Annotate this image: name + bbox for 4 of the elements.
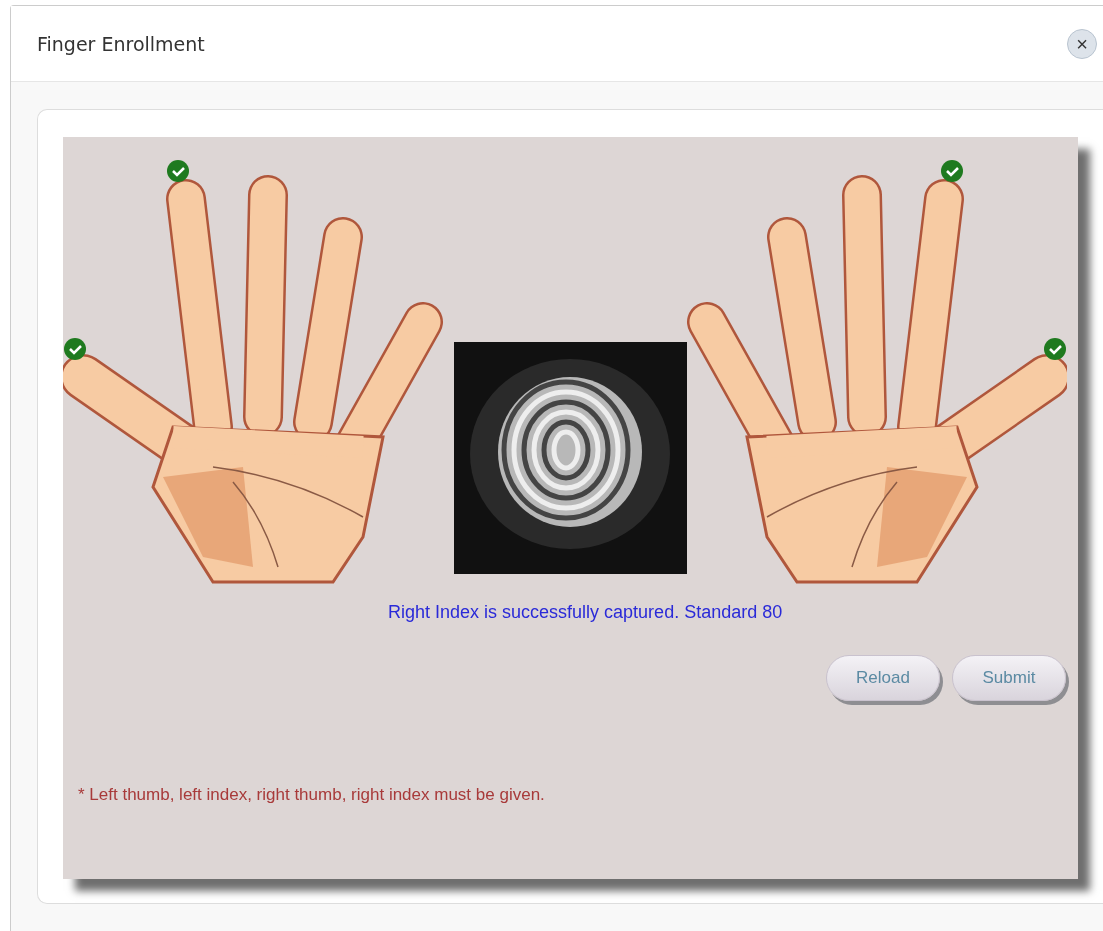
dialog-title: Finger Enrollment [37, 32, 205, 55]
status-message: Right Index is successfully captured. Standard 80 [388, 602, 784, 623]
close-button[interactable]: × [1067, 28, 1097, 59]
requirement-note: * Left thumb, left index, right thumb, right index must be given. [78, 785, 546, 805]
